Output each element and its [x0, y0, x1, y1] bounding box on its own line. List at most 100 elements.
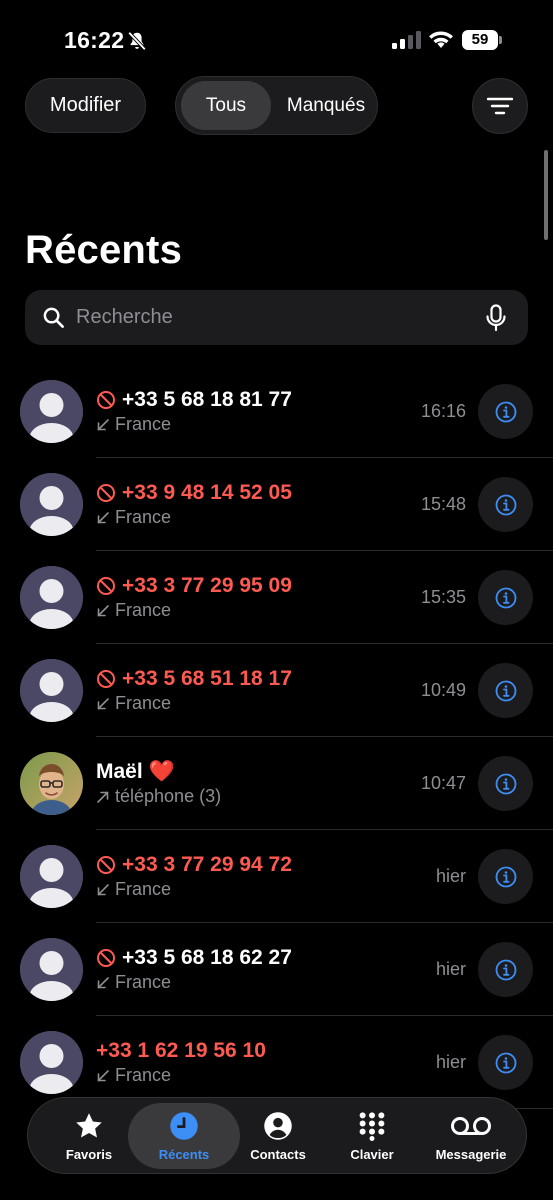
caller-name: +33 9 48 14 52 05 — [96, 481, 292, 505]
info-icon — [495, 401, 516, 422]
info-button[interactable] — [478, 570, 533, 625]
edit-button[interactable]: Modifier — [25, 78, 146, 133]
tab-label: Clavier — [350, 1147, 394, 1162]
segment-missed[interactable]: Manqués — [278, 81, 374, 130]
tab-clavier[interactable]: Clavier — [322, 1098, 422, 1175]
call-subtitle-text: France — [115, 600, 172, 620]
call-row[interactable]: +33 5 68 18 81 77 France 16:16 — [0, 365, 553, 458]
call-subtitle-text: téléphone (3) — [115, 786, 222, 806]
tab-favoris[interactable]: Favoris — [36, 1098, 142, 1175]
call-subtitle: France — [96, 1065, 171, 1086]
search-placeholder: Recherche — [76, 306, 173, 328]
info-button[interactable] — [478, 942, 533, 997]
call-row[interactable]: +33 5 68 18 62 27 France hier — [0, 923, 553, 1016]
page-title: Récents — [25, 228, 183, 272]
caller-name: +33 5 68 51 18 17 — [96, 667, 292, 691]
call-time: 15:48 — [420, 494, 466, 514]
call-time: 10:49 — [420, 680, 466, 700]
caller-name-text: +33 5 68 18 81 77 — [122, 388, 292, 411]
search-bar[interactable]: Recherche — [25, 290, 528, 345]
caller-name-text: +33 3 77 29 94 72 — [122, 853, 292, 876]
avatar — [20, 1031, 83, 1094]
incoming-arrow-icon — [97, 511, 109, 523]
call-row[interactable]: +33 3 77 29 95 09 France 15:35 — [0, 551, 553, 644]
blocked-icon — [97, 670, 115, 688]
keypad-icon — [359, 1112, 385, 1141]
person-circle-icon — [264, 1112, 292, 1140]
call-subtitle: France — [96, 600, 171, 621]
blocked-icon — [97, 391, 115, 409]
caller-name-text: +33 9 48 14 52 05 — [122, 481, 292, 504]
caller-name-text: +33 1 62 19 56 10 — [96, 1039, 266, 1062]
info-button[interactable] — [478, 849, 533, 904]
call-subtitle: France — [96, 879, 171, 900]
tab-label: Contacts — [250, 1147, 306, 1162]
call-row[interactable]: Maël ❤️ téléphone (3) 10:47 — [0, 737, 553, 830]
info-icon — [495, 587, 516, 608]
info-button[interactable] — [478, 1035, 533, 1090]
star-icon — [76, 1113, 102, 1138]
battery-level: 59 — [462, 30, 498, 50]
outgoing-arrow-icon — [97, 791, 109, 803]
call-time: hier — [435, 1052, 466, 1072]
call-row[interactable]: +33 3 77 29 94 72 France hier — [0, 830, 553, 923]
call-subtitle: France — [96, 693, 171, 714]
filter-segmented-control: Tous Manqués — [175, 76, 378, 135]
info-icon — [495, 494, 516, 515]
voicemail-icon — [451, 1117, 491, 1135]
incoming-arrow-icon — [97, 418, 109, 430]
incoming-arrow-icon — [97, 976, 109, 988]
info-icon — [495, 959, 516, 980]
blocked-icon — [97, 856, 115, 874]
call-time: hier — [435, 866, 466, 886]
call-row[interactable]: +33 9 48 14 52 05 France 15:48 — [0, 458, 553, 551]
avatar — [20, 659, 83, 722]
caller-name-text: +33 5 68 51 18 17 — [122, 667, 292, 690]
blocked-icon — [97, 484, 115, 502]
call-subtitle-text: France — [115, 879, 172, 899]
status-time: 16:22 — [64, 27, 125, 53]
call-subtitle: France — [96, 414, 171, 435]
tab-contacts[interactable]: Contacts — [228, 1098, 328, 1175]
filter-lines-icon — [487, 97, 513, 115]
incoming-arrow-icon — [97, 1069, 109, 1081]
info-icon — [495, 773, 516, 794]
caller-name-text: +33 5 68 18 62 27 — [122, 946, 292, 969]
avatar — [20, 938, 83, 1001]
filter-button[interactable] — [472, 78, 528, 134]
call-subtitle-text: France — [115, 1065, 172, 1085]
segment-all[interactable]: Tous — [181, 81, 271, 130]
caller-name: +33 3 77 29 95 09 — [96, 574, 292, 598]
scroll-indicator[interactable] — [544, 150, 548, 240]
blocked-icon — [97, 577, 115, 595]
info-icon — [495, 1052, 516, 1073]
wifi-icon — [429, 31, 453, 48]
tab-label: Favoris — [65, 1147, 113, 1162]
info-button[interactable] — [478, 756, 533, 811]
incoming-arrow-icon — [97, 604, 109, 616]
info-button[interactable] — [478, 384, 533, 439]
tab-label: Messagerie — [435, 1147, 507, 1162]
caller-name: +33 5 68 18 62 27 — [96, 946, 292, 970]
info-button[interactable] — [478, 477, 533, 532]
tab-messagerie[interactable]: Messagerie — [418, 1098, 524, 1175]
tab-bar: Favoris Récents Contacts Clavier Message… — [27, 1097, 527, 1174]
caller-name-text: Maël ❤️ — [96, 760, 175, 783]
tab-recents[interactable]: Récents — [128, 1098, 240, 1175]
tab-label: Récents — [158, 1147, 210, 1162]
caller-name: +33 5 68 18 81 77 — [96, 388, 292, 412]
incoming-arrow-icon — [97, 697, 109, 709]
avatar — [20, 380, 83, 443]
incoming-arrow-icon — [97, 883, 109, 895]
caller-name: +33 3 77 29 94 72 — [96, 853, 292, 877]
call-time: hier — [435, 959, 466, 979]
caller-name: Maël ❤️ — [96, 760, 175, 784]
caller-name: +33 1 62 19 56 10 — [96, 1039, 266, 1063]
signal-icon — [392, 31, 421, 49]
call-row[interactable]: +33 1 62 19 56 10 France hier — [0, 1016, 553, 1109]
caller-name-text: +33 3 77 29 95 09 — [122, 574, 292, 597]
microphone-icon[interactable] — [485, 304, 507, 332]
call-row[interactable]: +33 5 68 51 18 17 France 10:49 — [0, 644, 553, 737]
info-button[interactable] — [478, 663, 533, 718]
call-time: 15:35 — [420, 587, 466, 607]
